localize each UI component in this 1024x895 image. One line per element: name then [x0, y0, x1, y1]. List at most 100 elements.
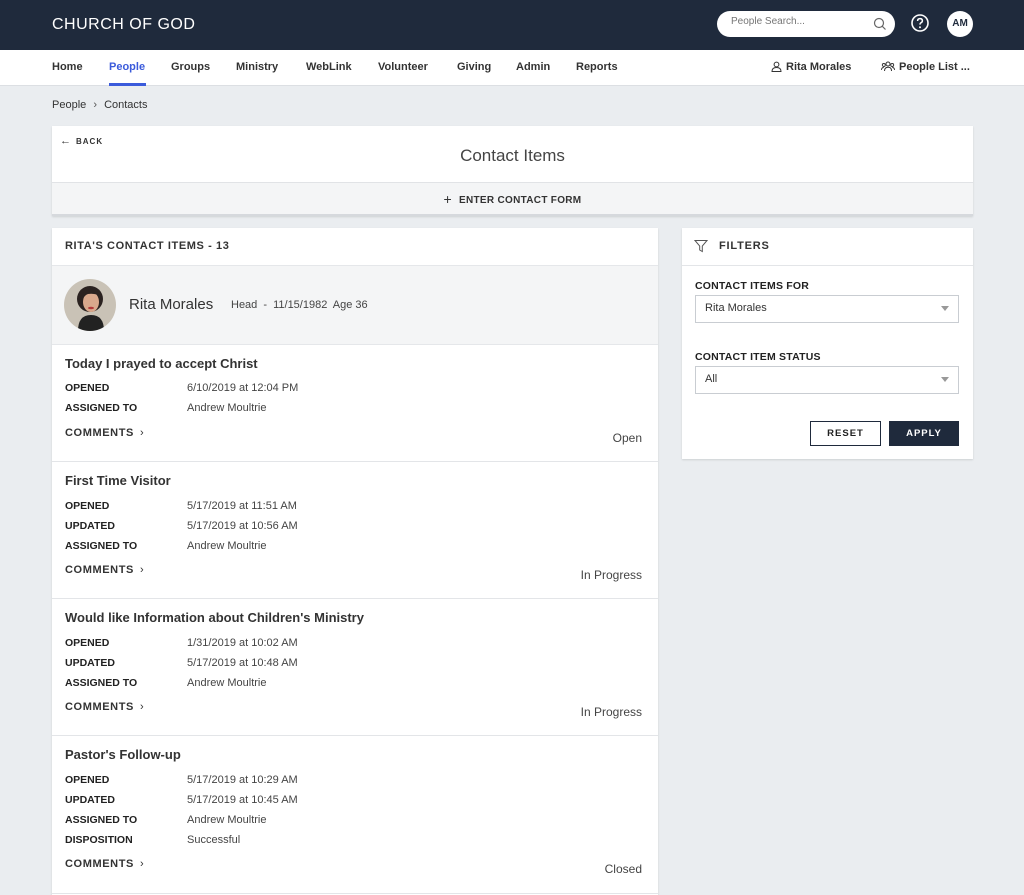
contact-item-status-select[interactable]: All: [695, 366, 959, 394]
person-role: Head: [231, 299, 258, 311]
help-icon[interactable]: [910, 13, 930, 33]
person-icon: [771, 61, 782, 72]
field-label: UPDATED: [65, 520, 115, 532]
field-value: 5/17/2019 at 10:48 AM: [187, 657, 298, 669]
person-age: Age 36: [332, 299, 368, 311]
field-value: 6/10/2019 at 12:04 PM: [187, 382, 299, 394]
nav-giving[interactable]: Giving: [457, 61, 491, 73]
comments-toggle[interactable]: COMMENTS ›: [65, 427, 144, 439]
search-icon[interactable]: [872, 16, 888, 32]
comments-label: COMMENTS: [65, 564, 134, 576]
user-avatar[interactable]: AM: [947, 11, 973, 37]
comments-label: COMMENTS: [65, 701, 134, 713]
nav-people-list-label: People List ...: [899, 61, 970, 73]
enter-contact-form-button[interactable]: + ENTER CONTACT FORM: [52, 182, 973, 216]
nav-groups[interactable]: Groups: [171, 61, 210, 73]
breadcrumb-separator: ›: [93, 99, 97, 111]
contact-items-for-value: Rita Morales: [705, 302, 767, 314]
contact-item-status-label: CONTACT ITEM STATUS: [695, 351, 821, 363]
people-search-input[interactable]: [731, 16, 871, 27]
comments-label: COMMENTS: [65, 427, 134, 439]
filters-header: FILTERS: [682, 228, 973, 266]
reset-button[interactable]: RESET: [810, 421, 881, 446]
top-bar: CHURCH OF GOD AM: [0, 0, 1024, 50]
person-avatar[interactable]: [64, 279, 116, 331]
field-label: OPENED: [65, 774, 110, 786]
comments-toggle[interactable]: COMMENTS ›: [65, 564, 144, 576]
field-label: UPDATED: [65, 657, 115, 669]
field-value: Andrew Moultrie: [187, 814, 267, 826]
contact-item-status-value: All: [705, 373, 718, 385]
group-icon: [881, 61, 895, 72]
field-label: ASSIGNED TO: [65, 814, 138, 826]
caret-down-icon: [941, 306, 949, 311]
chevron-right-icon: ›: [139, 858, 145, 870]
comments-toggle[interactable]: COMMENTS ›: [65, 701, 144, 713]
field-label: ASSIGNED TO: [65, 540, 138, 552]
field-value: 5/17/2019 at 10:56 AM: [187, 520, 298, 532]
contact-item: Pastor's Follow-up OPENED 5/17/2019 at 1…: [52, 736, 658, 894]
person-photo-image: [64, 279, 116, 331]
field-label: OPENED: [65, 637, 110, 649]
field-value: Successful: [187, 834, 241, 846]
nav-admin[interactable]: Admin: [516, 61, 550, 73]
brand-name[interactable]: CHURCH OF GOD: [52, 16, 195, 34]
status-badge: In Progress: [580, 705, 642, 719]
field-value: 1/31/2019 at 10:02 AM: [187, 637, 298, 649]
apply-button[interactable]: APPLY: [889, 421, 959, 446]
contact-items-count-title: RITA'S CONTACT ITEMS - 13: [65, 240, 230, 252]
nav-ministry[interactable]: Ministry: [236, 61, 278, 73]
page-title: Contact Items: [460, 146, 565, 165]
breadcrumb-contacts: Contacts: [104, 99, 148, 111]
breadcrumb-people[interactable]: People: [52, 99, 86, 111]
contact-item-title[interactable]: Pastor's Follow-up: [65, 747, 181, 762]
chevron-right-icon: ›: [139, 564, 145, 576]
contact-items-header: ← BACK Contact Items + ENTER CONTACT FORM: [52, 126, 973, 216]
chevron-right-icon: ›: [139, 701, 145, 713]
field-value: Andrew Moultrie: [187, 540, 267, 552]
contact-item: Would like Information about Children's …: [52, 599, 658, 736]
contact-item: Today I prayed to accept Christ OPENED 6…: [52, 345, 658, 462]
field-value: 5/17/2019 at 11:51 AM: [187, 500, 297, 512]
nav-people[interactable]: People: [109, 61, 145, 73]
enter-contact-form-label: ENTER CONTACT FORM: [459, 195, 582, 206]
chevron-right-icon: ›: [139, 427, 145, 439]
filters-panel: FILTERS CONTACT ITEMS FOR Rita Morales C…: [682, 228, 973, 459]
contact-items-for-select[interactable]: Rita Morales: [695, 295, 959, 323]
field-label: ASSIGNED TO: [65, 677, 138, 689]
field-value: Andrew Moultrie: [187, 677, 267, 689]
person-meta-dash: -: [263, 299, 268, 311]
field-label: DISPOSITION: [65, 834, 133, 846]
contact-items-for-label: CONTACT ITEMS FOR: [695, 280, 810, 292]
people-search[interactable]: [717, 11, 895, 37]
nav-user-name: Rita Morales: [786, 61, 852, 73]
breadcrumb: People › Contacts: [52, 99, 147, 111]
contact-item-title[interactable]: Would like Information about Children's …: [65, 610, 364, 625]
nav-people-list-link[interactable]: People List ...: [881, 61, 970, 73]
contact-item-title[interactable]: First Time Visitor: [65, 473, 171, 488]
contact-item: First Time Visitor OPENED 5/17/2019 at 1…: [52, 462, 658, 599]
status-badge: Open: [612, 431, 642, 445]
active-tab-indicator: [109, 83, 146, 86]
field-label: OPENED: [65, 382, 110, 394]
nav-volunteer[interactable]: Volunteer: [378, 61, 428, 73]
comments-toggle[interactable]: COMMENTS ›: [65, 858, 144, 870]
status-badge: In Progress: [580, 568, 642, 582]
person-summary: Rita Morales Head - 11/15/1982 Age 36: [52, 265, 658, 345]
filters-title: FILTERS: [719, 240, 770, 252]
field-label: ASSIGNED TO: [65, 402, 138, 414]
status-badge: Closed: [604, 862, 642, 876]
plus-icon: +: [443, 191, 453, 207]
field-label: UPDATED: [65, 794, 115, 806]
comments-label: COMMENTS: [65, 858, 134, 870]
back-label: BACK: [76, 137, 104, 146]
nav-home[interactable]: Home: [52, 61, 83, 73]
person-name[interactable]: Rita Morales: [129, 296, 213, 313]
nav-reports[interactable]: Reports: [576, 61, 618, 73]
field-value: Andrew Moultrie: [187, 402, 267, 414]
filter-icon: [694, 240, 708, 253]
contact-item-title[interactable]: Today I prayed to accept Christ: [65, 356, 258, 371]
nav-weblink[interactable]: WebLink: [306, 61, 352, 73]
person-dob: 11/15/1982: [273, 299, 328, 311]
nav-user-link[interactable]: Rita Morales: [771, 61, 851, 73]
